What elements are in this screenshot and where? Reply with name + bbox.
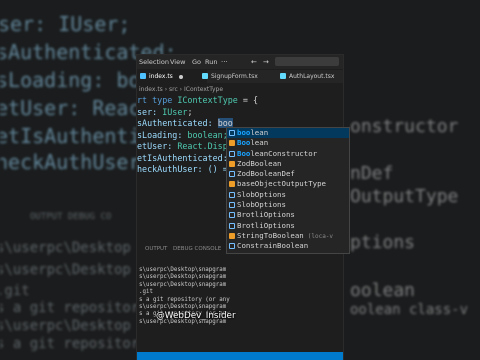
suggestion-item[interactable]: StringToBoolean (loca-v [227,231,349,241]
bg-term-line: .git [0,283,30,299]
typescript-file-icon [140,73,146,79]
bg-term-line: s\userpc\Desktop [0,240,131,256]
menu-run[interactable]: Run [205,58,217,66]
breadcrumb[interactable]: index.ts › src › IContextType [139,86,223,93]
editor-tabs: index.ts SignupForm.tsx AuthLayout.tsx [137,70,343,83]
bg-code-line: sLoading: boo [0,68,153,92]
suggestion-item[interactable]: baseObjectOutputType [227,179,349,189]
interface-icon [229,243,235,250]
bg-term-line: s a git repositor [0,300,140,316]
tab-index-ts[interactable]: index.ts [137,70,207,83]
bg-term-line: s\userpc\Desktop [0,262,131,278]
interface-icon [229,222,235,229]
more-icon[interactable]: ··· [221,58,228,66]
bg-right-line: nDef [350,163,394,184]
menubar: Selection View Go Run ··· ← → [137,55,343,69]
terminal-line: s\userpc\Desktop\snapgram [139,281,227,288]
react-file-icon [280,73,286,79]
suggestion-item[interactable]: Boolean [227,138,349,148]
class-icon [229,232,235,239]
panel-tab-output[interactable]: OUTPUT [145,246,167,252]
bg-right-line: oolean [350,280,416,301]
bg-term-line: s a git repositor [0,336,140,352]
terminal-line: .git [139,289,153,296]
command-center-search[interactable] [275,57,339,66]
suggestion-item[interactable]: SlobOptions [227,190,349,200]
unsaved-dot-icon [178,74,183,79]
interface-icon [229,202,235,209]
suggestion-item[interactable]: SlobOptions [227,200,349,210]
terminal-line: s\userpc\Desktop\snapgram [139,267,227,273]
interface-icon [229,191,235,198]
bg-right-line: oolean class-v [350,302,469,318]
suggestion-item[interactable]: ZodBoolean [227,159,349,169]
code-line: ser: IUser; [137,106,193,117]
suggestion-item[interactable]: boolean [227,128,349,139]
interface-icon [229,171,235,178]
class-icon [229,160,235,167]
panel-tab-debug-console[interactable]: DEBUG CONSOLE [173,246,221,252]
autocomplete-list: boolean Boolean BooleanConstructor ZodBo… [226,127,350,254]
terminal-line: s\userpc\Desktop\snapgram [139,274,227,281]
tab-signupform-tsx[interactable]: SignupForm.tsx [199,70,285,83]
status-bar [137,352,343,360]
menu-view[interactable]: View [170,58,185,66]
bg-right-line: onstructor [350,116,459,137]
bg-panel-tabs: OUTPUT DEBUG CO [30,212,112,222]
code-line: rt type IContextType = { [137,95,259,105]
class-icon [229,140,235,147]
suggestion-item[interactable]: BooleanConstructor [227,149,349,159]
interface-icon [229,212,235,219]
suggestion-item[interactable]: ZodBooleanDef [227,169,349,179]
bg-term-line: s\userpc\Desktop [0,318,131,334]
watermark: @WebDev_Insider [156,311,236,321]
interface-icon [229,130,235,136]
bg-right-line: ptions [350,232,416,253]
interface-icon [229,150,235,157]
back-arrow-icon[interactable]: ← [251,58,257,66]
suggestion-item[interactable]: BrotliOptions [227,210,349,220]
bg-code-line: heckAuthUser [0,150,141,174]
class-icon [229,181,235,188]
bg-code-line: etIsAuthenti [0,124,141,148]
suggestion-item[interactable]: ConstrainBoolean [227,241,349,251]
tab-authlayout-tsx[interactable]: AuthLayout.tsx [277,70,343,83]
menu-selection[interactable]: Selection [139,58,169,66]
suggestion-item[interactable]: BrotliOptions [227,221,349,231]
bg-code-line: ser: IUser; [0,12,131,36]
terminal-line: s a git repository (or any [139,296,230,303]
menu-go[interactable]: Go [192,58,201,66]
react-file-icon [202,73,208,79]
forward-arrow-icon[interactable]: → [263,58,269,66]
bg-right-line: OutputType [350,186,459,207]
